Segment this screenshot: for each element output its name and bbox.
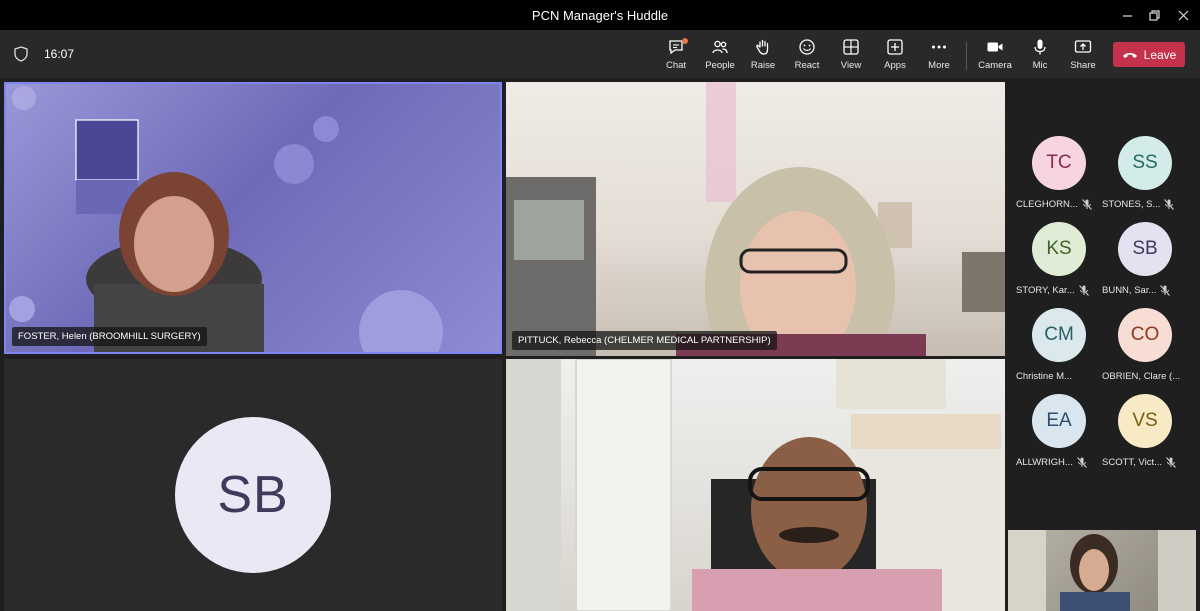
participant-name: STORY, Kar... [1016,285,1075,296]
minimize-icon [1122,14,1132,17]
mic-muted-icon [1166,457,1176,468]
avatar-tile-participant[interactable]: SB [4,359,502,611]
avatar: CO [1118,308,1172,362]
mic-muted-icon [1160,285,1171,296]
mic-muted-icon [1076,457,1087,468]
participant-name: Christine M... [1016,371,1072,382]
avatar: KS [1032,222,1086,276]
people-icon [712,40,728,54]
leave-button[interactable]: Leave [1113,42,1185,67]
more-icon [932,45,946,49]
video-tile-participant[interactable] [506,359,1005,611]
avatar: SB [1118,222,1172,276]
gallery-participant[interactable]: KS STORY, Kar... [1016,222,1102,306]
self-view-tile[interactable] [1008,530,1196,611]
leave-label: Leave [1143,47,1177,62]
camera-icon [987,42,1003,52]
meeting-timer: 16:07 [44,47,75,61]
people-label: People [705,60,735,71]
more-button[interactable]: More [917,38,961,74]
react-icon [799,39,815,55]
gallery-participant[interactable]: EA ALLWRIGH... [1016,394,1102,478]
mic-label: Mic [1032,60,1048,71]
participant-name: CLEGHORN... [1016,199,1078,210]
close-button[interactable] [1166,0,1200,30]
participant-name: STONES, S... [1102,199,1161,210]
mic-icon [1034,39,1046,55]
mic-button[interactable]: Mic [1018,38,1062,74]
video-feed [1008,530,1196,611]
chat-label: Chat [665,60,687,71]
phone-hangup-icon [1122,52,1137,58]
apps-button[interactable]: Apps [873,38,917,74]
apps-label: Apps [884,60,906,71]
share-label: Share [1070,60,1096,71]
mic-muted-icon [1078,285,1089,296]
gallery-participant[interactable]: VS SCOTT, Vict... [1102,394,1188,478]
raise-hand-icon [756,39,769,55]
video-feed [506,82,1005,356]
react-button[interactable]: React [785,38,829,74]
video-tile-participant[interactable]: PITTUCK, Rebecca (CHELMER MEDICAL PARTNE… [506,82,1005,356]
video-feed [506,359,1005,611]
react-label: React [794,60,820,71]
chat-button[interactable]: Chat [654,38,698,74]
more-label: More [928,60,950,71]
chat-notification-dot [682,38,688,44]
restore-icon [1148,9,1160,21]
gallery-participant[interactable]: SS STONES, S... [1102,136,1188,220]
participant-name: FOSTER, Helen (BROOMHILL SURGERY) [12,327,207,346]
video-feed [9,86,443,352]
meeting-title: PCN Manager's Huddle [531,8,669,23]
participant-name: SCOTT, Vict... [1102,457,1163,468]
view-icon [843,39,859,55]
participant-gallery: TC CLEGHORN... SS STONES, S... KS STORY,… [1008,82,1200,528]
gallery-participant[interactable]: TC CLEGHORN... [1016,136,1102,220]
share-icon [1074,40,1092,53]
gallery-participant[interactable]: CO OBRIEN, Clare (... [1102,308,1188,392]
mic-muted-icon [1081,199,1092,210]
camera-label: Camera [978,60,1012,71]
meeting-toolbar: 16:07 Chat People Raise React View Apps … [0,30,1200,78]
mic-muted-icon [1164,199,1175,210]
share-button[interactable]: Share [1061,38,1105,74]
view-button[interactable]: View [829,38,873,74]
gallery-participant[interactable]: CM Christine M... [1016,308,1102,392]
apps-icon [887,39,903,55]
gallery-participant[interactable]: SB BUNN, Sar... [1102,222,1188,306]
toolbar-divider [966,42,967,70]
raise-hand-button[interactable]: Raise [741,38,785,74]
camera-button[interactable]: Camera [973,38,1017,74]
video-tile-active-speaker[interactable]: FOSTER, Helen (BROOMHILL SURGERY) [4,82,502,354]
close-icon [1178,10,1188,20]
participant-name: OBRIEN, Clare (... [1102,371,1181,382]
people-button[interactable]: People [698,38,742,74]
participant-name: PITTUCK, Rebecca (CHELMER MEDICAL PARTNE… [512,331,777,350]
participant-name: BUNN, Sar... [1102,285,1157,296]
avatar: SB [175,417,331,573]
avatar: TC [1032,136,1086,190]
avatar: EA [1032,394,1086,448]
shield-icon [14,46,28,62]
avatar: SS [1118,136,1172,190]
avatar: CM [1032,308,1086,362]
participant-name: ALLWRIGH... [1016,457,1073,468]
view-label: View [840,60,862,71]
title-bar: PCN Manager's Huddle [0,0,1200,30]
raise-label: Raise [750,60,776,71]
avatar: VS [1118,394,1172,448]
